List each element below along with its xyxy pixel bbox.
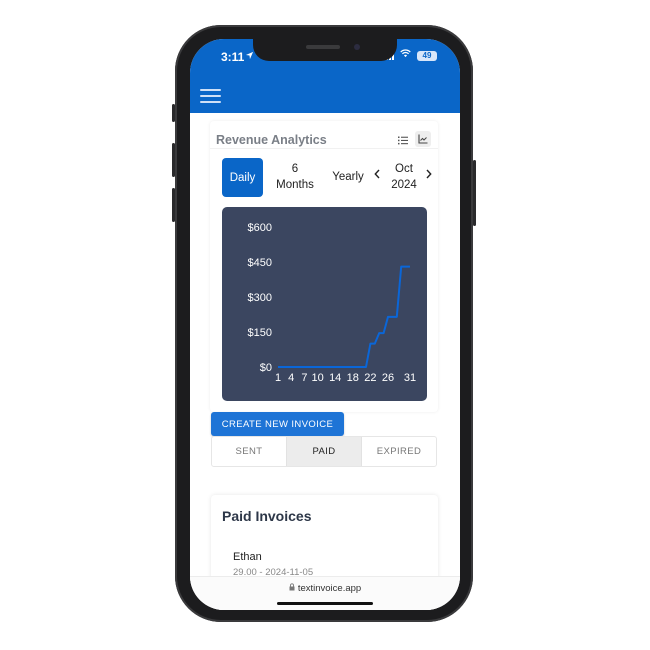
url-display[interactable]: textinvoice.app xyxy=(190,583,460,594)
data-point[interactable] xyxy=(302,365,306,369)
notch xyxy=(253,39,397,61)
data-point[interactable] xyxy=(368,342,372,346)
data-point[interactable] xyxy=(390,315,394,319)
x-tick-label: 1 xyxy=(275,372,281,384)
data-point[interactable] xyxy=(324,365,328,369)
data-point[interactable] xyxy=(399,265,403,269)
list-view-button[interactable] xyxy=(395,132,411,148)
data-point[interactable] xyxy=(294,365,298,369)
browser-url-bar[interactable]: textinvoice.app xyxy=(190,576,460,610)
revenue-analytics-card: Revenue Analytics Daily 6 Months Yearly xyxy=(210,121,438,412)
period-6-months-button[interactable]: 6 Months xyxy=(270,161,320,193)
y-tick-label: $600 xyxy=(248,222,272,234)
data-point[interactable] xyxy=(395,315,399,319)
data-point[interactable] xyxy=(316,365,320,369)
data-point[interactable] xyxy=(311,365,315,369)
home-indicator[interactable] xyxy=(277,602,373,605)
data-point[interactable] xyxy=(329,365,333,369)
revenue-chart-svg: $0$150$300$450$6001 4 7 10 14 18 22 26 31 xyxy=(248,222,417,384)
invoice-status-tabs: SENT PAID EXPIRED xyxy=(211,436,437,467)
front-camera xyxy=(354,44,360,50)
series-line-revenue xyxy=(278,265,410,368)
data-point[interactable] xyxy=(360,365,364,369)
list-icon xyxy=(398,136,408,144)
period-daily-button[interactable]: Daily xyxy=(222,158,263,197)
period-daily-label: Daily xyxy=(229,171,256,184)
line-chart-icon xyxy=(418,134,428,144)
y-tick-label: $0 xyxy=(260,362,272,374)
data-point[interactable] xyxy=(377,331,381,335)
card-divider xyxy=(210,148,438,149)
data-point[interactable] xyxy=(298,365,302,369)
x-tick-label: 22 xyxy=(364,372,376,384)
status-time: 3:11 xyxy=(221,50,245,64)
location-arrow-icon xyxy=(245,51,254,63)
y-tick-label: $300 xyxy=(248,292,272,304)
data-point[interactable] xyxy=(386,315,390,319)
main-content: Revenue Analytics Daily 6 Months Yearly xyxy=(190,113,460,610)
wifi-icon xyxy=(400,49,411,61)
hamburger-menu-icon[interactable] xyxy=(200,88,221,103)
paid-invoices-title: Paid Invoices xyxy=(222,508,312,524)
card-title: Revenue Analytics xyxy=(216,133,327,147)
volume-down-button xyxy=(172,188,175,222)
tab-sent[interactable]: SENT xyxy=(212,437,286,466)
data-point[interactable] xyxy=(364,365,368,369)
period-yearly-label: Yearly xyxy=(332,171,364,183)
period-6-months-line1: 6 xyxy=(291,163,299,175)
chart-view-button[interactable] xyxy=(415,131,431,147)
prev-month-button[interactable] xyxy=(370,168,384,184)
data-point[interactable] xyxy=(280,365,284,369)
data-point[interactable] xyxy=(346,365,350,369)
power-button xyxy=(473,160,476,226)
create-new-invoice-button[interactable]: CREATE NEW INVOICE xyxy=(211,412,344,436)
data-point[interactable] xyxy=(285,365,289,369)
data-point[interactable] xyxy=(338,365,342,369)
y-tick-label: $150 xyxy=(248,327,272,339)
volume-up-button xyxy=(172,143,175,177)
silent-switch xyxy=(172,104,175,122)
chevron-left-icon xyxy=(374,169,380,179)
lock-icon xyxy=(289,583,295,591)
data-point[interactable] xyxy=(289,365,293,369)
x-tick-label: 7 xyxy=(301,372,307,384)
speaker xyxy=(306,45,340,49)
period-yearly-button[interactable]: Yearly xyxy=(327,169,369,185)
x-tick-label: 10 xyxy=(311,372,323,384)
data-point[interactable] xyxy=(373,342,377,346)
data-point[interactable] xyxy=(307,365,311,369)
invoice-client-name: Ethan xyxy=(233,551,262,563)
x-tick-label: 18 xyxy=(347,372,359,384)
data-point[interactable] xyxy=(382,331,386,335)
x-tick-label: 14 xyxy=(329,372,341,384)
data-point[interactable] xyxy=(351,365,355,369)
phone-screen: 3:11 49 Revenue Analytics Daily 6 Months… xyxy=(190,39,460,610)
tab-paid[interactable]: PAID xyxy=(286,437,362,466)
month-label: Oct xyxy=(395,163,413,175)
chevron-right-icon xyxy=(426,169,432,179)
url-text: textinvoice.app xyxy=(297,583,362,594)
y-tick-label: $450 xyxy=(248,257,272,269)
data-point[interactable] xyxy=(333,365,337,369)
revenue-chart: $0 $150 $300 $450 $600 1 4 7 10 14 18 22 26 31 xyxy=(222,207,427,401)
battery-icon: 49 xyxy=(417,51,437,61)
current-month: Oct 2024 xyxy=(387,161,421,193)
data-point[interactable] xyxy=(342,365,346,369)
data-point[interactable] xyxy=(355,365,359,369)
data-point[interactable] xyxy=(320,365,324,369)
tab-expired[interactable]: EXPIRED xyxy=(362,437,436,466)
x-tick-label: 31 xyxy=(404,372,416,384)
data-point[interactable] xyxy=(276,365,280,369)
data-point[interactable] xyxy=(404,265,408,269)
next-month-button[interactable] xyxy=(422,168,436,184)
data-point[interactable] xyxy=(408,265,412,269)
x-tick-label: 4 xyxy=(288,372,294,384)
period-6-months-line2: Months xyxy=(276,179,314,191)
x-tick-label: 26 xyxy=(382,372,394,384)
year-label: 2024 xyxy=(391,179,417,191)
